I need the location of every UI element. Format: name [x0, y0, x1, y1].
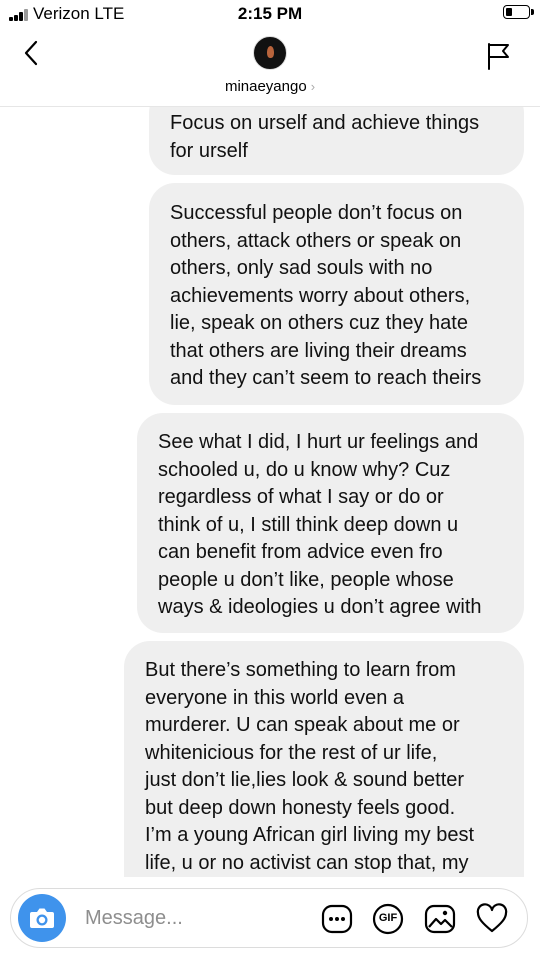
- chevron-right-icon: ›: [310, 79, 316, 94]
- message-line: just don’t lie,lies look & sound better: [145, 769, 465, 791]
- message-line: But there’s something to learn from: [145, 659, 456, 681]
- message-bubble[interactable]: Successful people don’t focus on others,…: [149, 183, 524, 405]
- message-line: people u don’t like, people whose: [158, 568, 454, 591]
- message-line: See what I did, I hurt ur feelings and: [158, 431, 479, 453]
- chat-header: minaeyango ›: [0, 30, 540, 106]
- message-line: ways & ideologies u don’t agree with: [158, 596, 482, 618]
- status-bar: Verizon LTE 2:15 PM: [0, 0, 540, 30]
- back-arrow-icon[interactable]: [18, 38, 48, 68]
- message-bubble[interactable]: But there’s something to learn from ever…: [124, 641, 524, 877]
- message-line: Focus on urself and achieve things: [170, 112, 480, 134]
- message-bubble[interactable]: See what I did, I hurt ur feelings and s…: [137, 413, 524, 633]
- message-line: everyone in this world even a: [145, 686, 405, 709]
- camera-button[interactable]: [18, 894, 66, 942]
- message-composer: Message... GIF: [10, 888, 528, 948]
- message-line: schooled u, do u know why? Cuz: [158, 458, 451, 481]
- message-line: for urself: [170, 139, 248, 162]
- message-line: that others are living their dreams: [170, 339, 467, 362]
- avatar[interactable]: [253, 36, 287, 70]
- message-line: I’m a young African girl living my best: [145, 824, 475, 846]
- message-line: can benefit from advice even fro: [158, 541, 443, 563]
- message-input[interactable]: Message...: [85, 907, 183, 930]
- message-thread[interactable]: Focus on urself and achieve things for u…: [0, 107, 540, 877]
- message-line: lie, speak on others cuz they hate: [170, 312, 468, 334]
- gif-label: GIF: [378, 912, 398, 924]
- username-label: minaeyango: [224, 78, 307, 95]
- message-bubble[interactable]: Focus on urself and achieve things for u…: [149, 107, 524, 175]
- message-line: and they can’t seem to reach theirs: [170, 367, 482, 389]
- message-line: life, u or no activist can stop that, my: [145, 851, 469, 874]
- message-line: Successful people don’t focus on: [170, 202, 463, 224]
- gif-button[interactable]: GIF: [372, 903, 404, 935]
- message-line: achievements worry about others,: [170, 284, 471, 307]
- message-line: murderer. U can speak about me or: [145, 714, 460, 736]
- username-link[interactable]: minaeyango ›: [0, 78, 540, 95]
- sticker-icon[interactable]: [321, 903, 353, 935]
- camera-icon: [30, 908, 54, 928]
- message-line: whitenicious for the rest of ur life,: [145, 741, 438, 764]
- header-divider: [0, 106, 540, 107]
- clock: 2:15 PM: [237, 4, 303, 23]
- heart-icon[interactable]: [476, 903, 508, 935]
- message-line: but deep down honesty feels good.: [145, 796, 456, 819]
- flag-icon[interactable]: [486, 42, 512, 70]
- message-line: others, attack others or speak on: [170, 229, 462, 252]
- battery-icon: [503, 5, 534, 19]
- message-line: think of u, I still think deep down u: [158, 513, 459, 536]
- gallery-icon[interactable]: [424, 903, 456, 935]
- message-line: regardless of what I say or do or: [158, 486, 444, 508]
- message-line: others, only sad souls with no: [170, 257, 433, 279]
